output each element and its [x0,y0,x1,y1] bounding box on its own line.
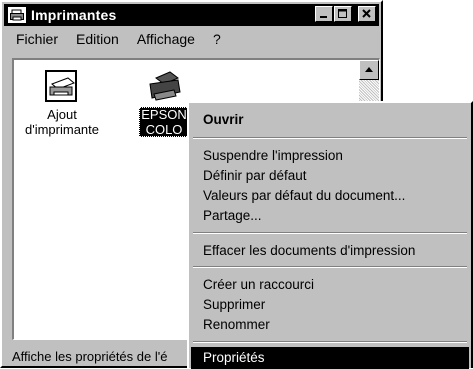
minimize-button[interactable] [315,6,333,22]
menu-set-default[interactable]: Définir par défaut [203,165,307,187]
add-printer-label-2: d'imprimante [24,122,99,137]
close-button[interactable] [358,6,376,22]
menu-delete[interactable]: Supprimer [203,294,265,316]
menu-rename[interactable]: Renommer [203,314,270,336]
menu-pause-printing[interactable]: Suspendre l'impression [203,145,343,167]
menu-properties-label: Propriétés [203,350,265,365]
title-bar[interactable]: Imprimantes [4,4,379,26]
window-title: Imprimantes [31,7,117,23]
printer-folder-icon [8,7,26,23]
separator [193,232,467,234]
add-printer-label-1: Ajout [47,107,77,122]
menu-properties[interactable]: Propriétés [191,347,469,369]
menu-bar: Fichier Edition Affichage ? [4,28,230,50]
minimize-icon [320,16,327,18]
menu-affichage[interactable]: Affichage [128,31,204,47]
printer-icon [149,71,181,101]
epson-label-1: EPSON [141,107,187,122]
epson-label-2: COLO [145,122,183,137]
add-printer-icon [45,70,77,102]
menu-document-defaults[interactable]: Valeurs par défaut du document... [203,185,405,207]
close-icon [362,9,371,18]
menu-create-shortcut[interactable]: Créer un raccourci [203,274,314,296]
menu-share[interactable]: Partage... [203,205,262,227]
scroll-up-button[interactable] [359,60,379,80]
menu-edition[interactable]: Edition [67,31,128,47]
menu-open[interactable]: Ouvrir [203,109,244,131]
menu-help[interactable]: ? [204,31,230,47]
separator [193,266,467,268]
maximize-button[interactable] [334,6,352,22]
add-printer-item[interactable]: Ajout d'imprimante [16,70,108,137]
arrow-up-icon [365,67,373,72]
menu-fichier[interactable]: Fichier [4,31,67,47]
context-menu: Ouvrir Suspendre l'impression Définir pa… [187,101,473,369]
maximize-icon [338,9,347,18]
menu-purge-documents[interactable]: Effacer les documents d'impression [203,240,415,262]
separator [193,137,467,139]
separator [193,341,467,343]
